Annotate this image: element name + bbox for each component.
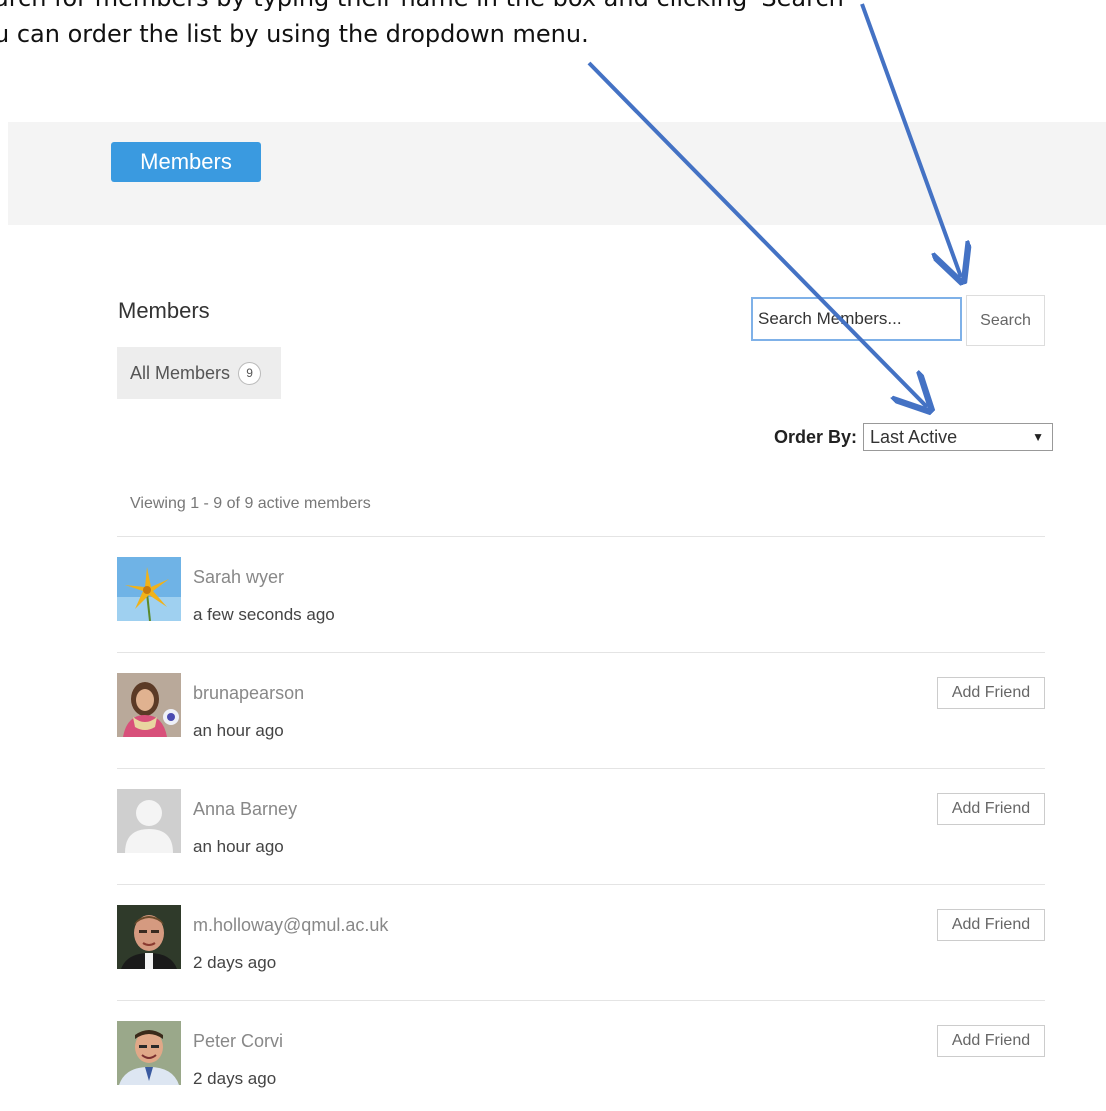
order-by-select[interactable]: Last Active ▼ [863, 423, 1054, 451]
chevron-down-icon: ▼ [1032, 430, 1045, 444]
avatar[interactable] [117, 905, 181, 969]
photo-avatar-icon [117, 905, 181, 969]
instruction-line-1: arch for members by typing their name in… [0, 0, 994, 16]
member-last-active: an hour ago [193, 837, 284, 856]
photo-avatar-icon [117, 1021, 181, 1085]
members-banner-button[interactable]: Members [111, 142, 261, 182]
member-last-active: 2 days ago [193, 1069, 277, 1088]
member-name[interactable]: Peter Corvi [193, 1031, 283, 1052]
add-friend-button[interactable]: Add Friend [937, 1025, 1045, 1057]
members-list: Sarah wyer a few seconds ago brunapearso… [117, 536, 1045, 1111]
page-banner: Members [8, 122, 1106, 225]
member-row: brunapearson an hour ago Add Friend [117, 652, 1045, 768]
member-row: Anna Barney an hour ago Add Friend [117, 768, 1045, 884]
member-name[interactable]: m.holloway@qmul.ac.uk [193, 915, 388, 936]
search-button[interactable]: Search [966, 295, 1045, 346]
order-by-selected-value: Last Active [870, 427, 958, 447]
default-user-icon [117, 789, 181, 853]
member-row: Peter Corvi 2 days ago Add Friend [117, 1000, 1045, 1111]
member-count-badge: 9 [238, 361, 262, 385]
add-friend-button[interactable]: Add Friend [937, 677, 1045, 709]
member-row: Sarah wyer a few seconds ago [117, 536, 1045, 652]
photo-avatar-icon [117, 673, 181, 737]
add-friend-button[interactable]: Add Friend [937, 793, 1045, 825]
tab-all-members-label: All Members [130, 362, 231, 383]
avatar[interactable] [117, 673, 181, 737]
tab-all-members[interactable]: All Members 9 [117, 347, 281, 399]
order-by-label: Order By: [774, 426, 858, 447]
flower-avatar-icon [117, 557, 181, 621]
add-friend-button[interactable]: Add Friend [937, 909, 1045, 941]
instruction-line-2: u can order the list by using the dropdo… [0, 20, 589, 48]
page-title: Members [118, 298, 210, 323]
avatar[interactable] [117, 557, 181, 621]
member-name[interactable]: Anna Barney [193, 799, 297, 820]
member-name[interactable]: brunapearson [193, 683, 304, 704]
member-last-active: a few seconds ago [193, 605, 335, 624]
arrow-to-order-dropdown [587, 61, 927, 407]
member-row: m.holloway@qmul.ac.uk 2 days ago Add Fri… [117, 884, 1045, 1000]
search-members-input[interactable] [751, 297, 962, 341]
order-by-control: Order By: Last Active ▼ [774, 423, 1054, 451]
instruction-text: arch for members by typing their name in… [0, 0, 994, 52]
avatar[interactable] [117, 789, 181, 853]
member-name[interactable]: Sarah wyer [193, 567, 284, 588]
avatar[interactable] [117, 1021, 181, 1085]
member-last-active: 2 days ago [193, 953, 277, 972]
member-last-active: an hour ago [193, 721, 284, 740]
viewing-count-text: Viewing 1 - 9 of 9 active members [130, 495, 371, 512]
